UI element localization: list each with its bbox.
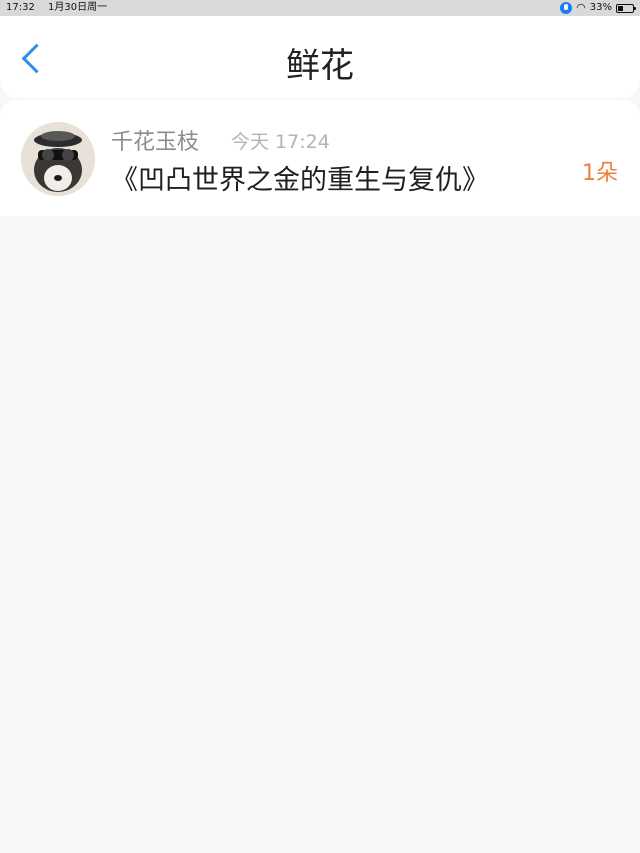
- battery-icon: [616, 3, 636, 13]
- status-date: 1月30日周一: [48, 2, 108, 13]
- navigation-bar: 鲜花: [0, 16, 640, 98]
- status-bar: 17:32 1月30日周一 ◠ 33%: [0, 0, 640, 16]
- page-title: 鲜花: [286, 46, 354, 86]
- mic-icon: [560, 2, 573, 14]
- flower-count: 1朵: [582, 161, 618, 186]
- timestamp: 今天 17:24: [231, 131, 330, 153]
- username: 千花玉枝: [111, 130, 200, 155]
- battery-percent: 33%: [589, 2, 612, 13]
- wifi-icon: ◠: [576, 1, 586, 14]
- status-right: ◠ 33%: [560, 0, 636, 16]
- avatar[interactable]: [21, 122, 95, 196]
- book-title-link[interactable]: 《凹凸世界之金的重生与复仇》: [111, 158, 489, 197]
- dog-avatar-icon: [21, 122, 95, 196]
- status-left: 17:32 1月30日周一: [6, 0, 117, 16]
- gift-list-item[interactable]: 千花玉枝 今天 17:24 《凹凸世界之金的重生与复仇》 1朵: [0, 100, 640, 216]
- status-time: 17:32: [6, 2, 35, 13]
